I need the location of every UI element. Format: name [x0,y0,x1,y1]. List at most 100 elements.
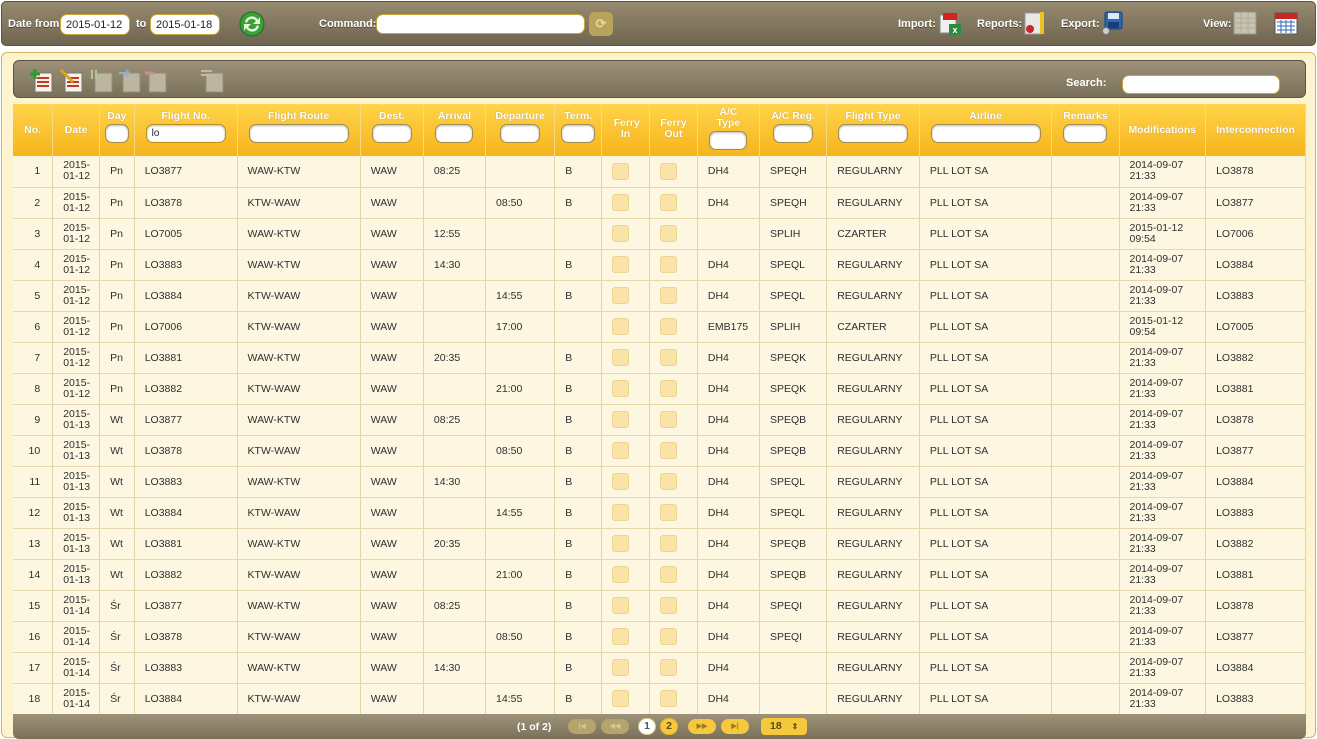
table-row[interactable]: 4 2015-01-12 Pn LO3883 WAW-KTW WAW 14:30 B DH4 SP… [13,249,1306,281]
edit-record-icon[interactable] [59,68,85,94]
ferry-out-checkbox[interactable] [660,411,677,428]
ferry-out-checkbox[interactable] [660,225,677,242]
ferry-out-checkbox[interactable] [660,659,677,676]
col-header-dest[interactable]: Dest. [360,104,424,156]
ferry-in-checkbox[interactable] [612,256,630,273]
col-header-day[interactable]: Day [99,104,135,156]
ferry-out-checkbox[interactable] [660,318,677,335]
col-header-interconnection[interactable]: Interconnection [1205,104,1306,156]
next-page-button[interactable]: ▶▶ [688,719,716,734]
col-header-date[interactable]: Date [52,104,101,156]
table-row[interactable]: 3 2015-01-12 Pn LO7005 WAW-KTW WAW 12:55 SPLIH C… [13,218,1306,250]
ferry-out-checkbox[interactable] [660,566,677,583]
ferry-out-checkbox[interactable] [660,597,677,614]
filter-route-input[interactable] [248,124,349,143]
ferry-out-checkbox[interactable] [660,380,677,397]
export-disk-icon[interactable] [1099,10,1125,36]
ferry-in-checkbox[interactable] [612,473,630,490]
table-row[interactable]: 11 2015-01-13 Wt LO3883 WAW-KTW WAW 14:30 B DH4 S… [13,466,1306,498]
reports-icon[interactable] [1021,10,1047,36]
ferry-in-checkbox[interactable] [612,380,630,397]
filter-ac-type-input[interactable] [709,131,748,150]
filter-departure-input[interactable] [500,124,541,143]
col-header-departure[interactable]: Departure [485,104,556,156]
col-header-no[interactable]: No. [13,104,54,156]
command-input[interactable] [376,14,585,34]
filter-airline-input[interactable] [930,124,1041,143]
col-header-airline[interactable]: Airline [919,104,1053,156]
table-row[interactable]: 7 2015-01-12 Pn LO3881 WAW-KTW WAW 20:35 B DH4 SP… [13,342,1306,374]
columns-icon[interactable] [200,68,226,94]
ferry-in-checkbox[interactable] [612,194,630,211]
table-row[interactable]: 8 2015-01-12 Pn LO3882 KTW-WAW WAW 21:00 B DH4 SP… [13,373,1306,405]
ferry-in-checkbox[interactable] [612,411,630,428]
ferry-in-checkbox[interactable] [612,659,630,676]
ferry-out-checkbox[interactable] [660,349,677,366]
ferry-out-checkbox[interactable] [660,473,677,490]
delete-icon[interactable] [143,68,169,94]
col-header-term[interactable]: Term. [554,104,603,156]
ferry-out-checkbox[interactable] [660,162,677,180]
col-header-route[interactable]: Flight Route [237,104,361,156]
table-row[interactable]: 18 2015-01-14 Śr LO3884 KTW-WAW WAW 14:55 B DH4 R… [13,683,1306,715]
ferry-in-checkbox[interactable] [612,162,630,180]
paste-icon[interactable] [117,68,143,94]
table-row[interactable]: 13 2015-01-13 Wt LO3881 WAW-KTW WAW 20:35 B DH4 S… [13,528,1306,560]
filter-arrival-input[interactable] [435,124,474,143]
copy-icon[interactable] [89,68,115,94]
col-header-ferry-in[interactable]: Ferry In [601,104,650,156]
date-from-input[interactable] [60,14,130,35]
ferry-in-checkbox[interactable] [612,566,630,583]
filter-day-input[interactable] [104,124,129,143]
table-row[interactable]: 9 2015-01-13 Wt LO3877 WAW-KTW WAW 08:25 B DH4 SP… [13,404,1306,436]
ferry-in-checkbox[interactable] [612,318,630,335]
col-header-flight-type[interactable]: Flight Type [826,104,920,156]
ferry-in-checkbox[interactable] [612,442,630,459]
refresh-icon[interactable] [238,10,266,38]
table-row[interactable]: 14 2015-01-13 Wt LO3882 KTW-WAW WAW 21:00 B DH4 S… [13,559,1306,591]
table-row[interactable]: 15 2015-01-14 Śr LO3877 WAW-KTW WAW 08:25 B DH4 S… [13,590,1306,622]
col-header-flight-no[interactable]: Flight No. [134,104,238,156]
table-row[interactable]: 17 2015-01-14 Śr LO3883 WAW-KTW WAW 14:30 B DH4 R… [13,652,1306,684]
table-row[interactable]: 1 2015-01-12 Pn LO3877 WAW-KTW WAW 08:25 B DH4 SP… [13,156,1306,188]
ferry-out-checkbox[interactable] [660,535,677,552]
ferry-in-checkbox[interactable] [612,287,630,304]
col-header-remarks[interactable]: Remarks [1051,104,1120,156]
ferry-in-checkbox[interactable] [612,690,630,707]
table-row[interactable]: 6 2015-01-12 Pn LO7006 KTW-WAW WAW 17:00 EMB175… [13,311,1306,343]
table-row[interactable]: 2 2015-01-12 Pn LO3878 KTW-WAW WAW 08:50 B DH4 SP… [13,187,1306,219]
page-size-select[interactable]: 18 ⇕ [761,718,807,735]
filter-term-input[interactable] [561,124,596,143]
page-1-button[interactable]: 1 [638,718,656,735]
last-page-button[interactable]: ▶| [721,719,749,734]
ferry-in-checkbox[interactable] [612,628,630,645]
filter-dest-input[interactable] [371,124,412,143]
col-header-ac-type[interactable]: A/C Type [697,104,760,156]
table-row[interactable]: 12 2015-01-13 Wt LO3884 KTW-WAW WAW 14:55 B DH4 S… [13,497,1306,529]
ferry-out-checkbox[interactable] [660,256,677,273]
col-header-ferry-out[interactable]: Ferry Out [649,104,698,156]
table-row[interactable]: 10 2015-01-13 Wt LO3878 KTW-WAW WAW 08:50 B DH4 S… [13,435,1306,467]
ferry-out-checkbox[interactable] [660,194,677,211]
ferry-in-checkbox[interactable] [612,535,630,552]
table-row[interactable]: 16 2015-01-14 Śr LO3878 KTW-WAW WAW 08:50 B DH4 S… [13,621,1306,653]
search-input[interactable] [1122,75,1280,94]
ferry-out-checkbox[interactable] [660,442,677,459]
add-record-icon[interactable] [29,68,55,94]
table-row[interactable]: 5 2015-01-12 Pn LO3884 KTW-WAW WAW 14:55 B DH4 SP… [13,280,1306,312]
filter-flight-type-input[interactable] [838,124,909,143]
ferry-out-checkbox[interactable] [660,504,677,521]
run-command-icon[interactable]: ⟳ [589,12,613,36]
import-excel-icon[interactable]: x [937,10,963,36]
col-header-modifications[interactable]: Modifications [1119,104,1207,156]
date-to-input[interactable] [150,14,220,35]
filter-remarks-input[interactable] [1063,124,1108,143]
ferry-in-checkbox[interactable] [612,504,630,521]
prev-page-button[interactable]: ◀◀ [601,719,629,734]
ferry-out-checkbox[interactable] [660,287,677,304]
col-header-ac-reg[interactable]: A/C Reg. [759,104,828,156]
ferry-out-checkbox[interactable] [660,690,677,707]
first-page-button[interactable]: |◀ [568,719,596,734]
calendar-view-icon[interactable] [1273,10,1299,36]
ferry-in-checkbox[interactable] [612,349,630,366]
